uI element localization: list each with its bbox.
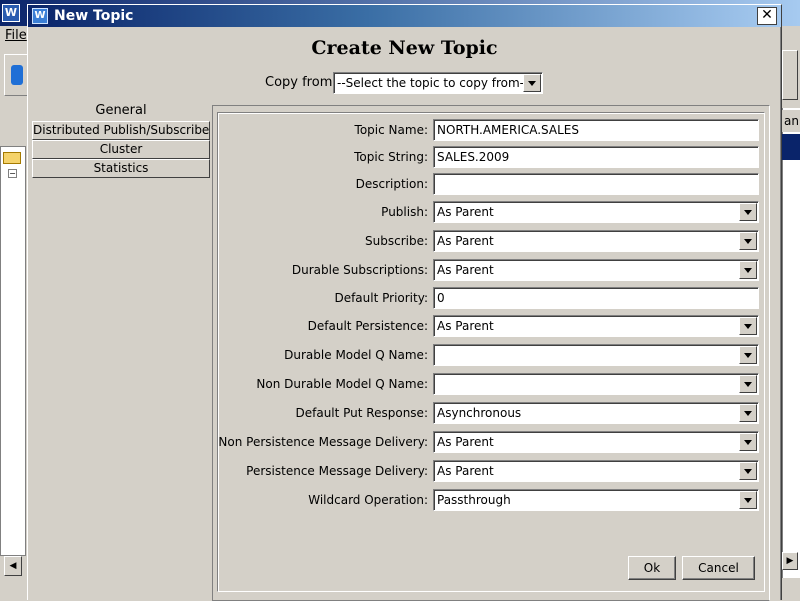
persistence-message-delivery-value: As Parent (437, 464, 494, 478)
dialog-app-icon: W (32, 8, 48, 24)
default-persistence-label: Default Persistence: (307, 319, 428, 333)
subscribe-value: As Parent (437, 234, 494, 248)
persistence-message-delivery-select[interactable]: As Parent (433, 460, 759, 482)
topic-name-label: Topic Name: (354, 123, 428, 137)
durable-model-q-name-select[interactable] (433, 344, 759, 366)
scroll-left-arrow-icon[interactable]: ◀ (4, 556, 22, 576)
subscribe-label: Subscribe: (365, 234, 428, 248)
topic-name-input[interactable]: NORTH.AMERICA.SALES (433, 119, 759, 141)
non-persistence-message-delivery-label: Non Persistence Message Delivery: (218, 435, 428, 449)
general-form: Topic Name: NORTH.AMERICA.SALES Topic St… (217, 112, 765, 592)
non-durable-model-q-name-label: Non Durable Model Q Name: (256, 377, 428, 391)
dialog-title-bar[interactable]: W New Topic ✕ (28, 5, 781, 27)
general-panel: Topic Name: NORTH.AMERICA.SALES Topic St… (212, 105, 770, 601)
tree-collapse-icon[interactable]: − (8, 169, 17, 178)
tab-distributed-publish-subscribe[interactable]: Distributed Publish/Subscribe (32, 121, 210, 140)
non-persistence-message-delivery-select[interactable]: As Parent (433, 431, 759, 453)
topic-string-input[interactable]: SALES.2009 (433, 146, 759, 168)
vertical-scrollbar-thumb[interactable] (782, 50, 798, 100)
default-put-response-select[interactable]: Asynchronous (433, 402, 759, 424)
chevron-down-icon[interactable] (739, 203, 757, 221)
chevron-down-icon[interactable] (739, 433, 757, 451)
description-label: Description: (355, 177, 428, 191)
menu-file[interactable]: File (5, 28, 27, 43)
copy-from-value: --Select the topic to copy from-- (337, 76, 529, 90)
default-priority-input[interactable]: 0 (433, 287, 759, 309)
persistence-message-delivery-label: Persistence Message Delivery: (246, 464, 428, 478)
app-logo-icon: W (2, 4, 20, 22)
tab-statistics[interactable]: Statistics (32, 159, 210, 178)
ok-button[interactable]: Ok (628, 556, 676, 580)
tab-general[interactable]: General (32, 101, 210, 120)
durable-subscriptions-label: Durable Subscriptions: (291, 263, 428, 277)
chevron-down-icon[interactable] (523, 74, 541, 92)
default-persistence-select[interactable]: As Parent (433, 315, 759, 337)
chevron-down-icon[interactable] (739, 232, 757, 250)
selected-row[interactable] (782, 134, 800, 160)
chevron-down-icon[interactable] (739, 462, 757, 480)
cancel-button[interactable]: Cancel (682, 556, 755, 580)
default-priority-label: Default Priority: (334, 291, 428, 305)
chevron-down-icon[interactable] (739, 404, 757, 422)
close-icon[interactable]: ✕ (757, 7, 777, 25)
publish-label: Publish: (381, 205, 428, 219)
tab-cluster[interactable]: Cluster (32, 140, 210, 159)
chevron-down-icon[interactable] (739, 346, 757, 364)
wildcard-operation-label: Wildcard Operation: (308, 493, 428, 507)
copy-from-label: Copy from (265, 75, 333, 90)
publish-select[interactable]: As Parent (433, 201, 759, 223)
topic-string-label: Topic String: (354, 150, 428, 164)
navigator-tree[interactable]: − (0, 146, 26, 556)
default-put-response-value: Asynchronous (437, 406, 522, 420)
copy-from-select[interactable]: --Select the topic to copy from-- (333, 72, 543, 94)
subscribe-select[interactable]: As Parent (433, 230, 759, 252)
chevron-down-icon[interactable] (739, 491, 757, 509)
toolbar-button[interactable] (4, 54, 28, 96)
default-persistence-value: As Parent (437, 319, 494, 333)
durable-subscriptions-value: As Parent (437, 263, 494, 277)
description-input[interactable] (433, 173, 759, 195)
publish-value: As Parent (437, 205, 494, 219)
dialog-title: New Topic (54, 8, 134, 24)
durable-subscriptions-select[interactable]: As Parent (433, 259, 759, 281)
scroll-right-arrow-icon[interactable]: ▶ (782, 552, 798, 570)
page-title: Create New Topic (311, 37, 498, 59)
runner-icon (11, 65, 23, 85)
column-header[interactable]: an (782, 110, 800, 132)
chevron-down-icon[interactable] (739, 317, 757, 335)
wildcard-operation-value: Passthrough (437, 493, 511, 507)
default-put-response-label: Default Put Response: (295, 406, 429, 420)
non-durable-model-q-name-select[interactable] (433, 373, 759, 395)
wildcard-operation-select[interactable]: Passthrough (433, 489, 759, 511)
chevron-down-icon[interactable] (739, 375, 757, 393)
non-persistence-message-delivery-value: As Parent (437, 435, 494, 449)
durable-model-q-name-label: Durable Model Q Name: (284, 348, 428, 362)
content-pane (782, 108, 800, 578)
new-topic-dialog: W New Topic ✕ Create New Topic Copy from… (27, 4, 782, 601)
folder-icon (3, 152, 21, 164)
chevron-down-icon[interactable] (739, 261, 757, 279)
